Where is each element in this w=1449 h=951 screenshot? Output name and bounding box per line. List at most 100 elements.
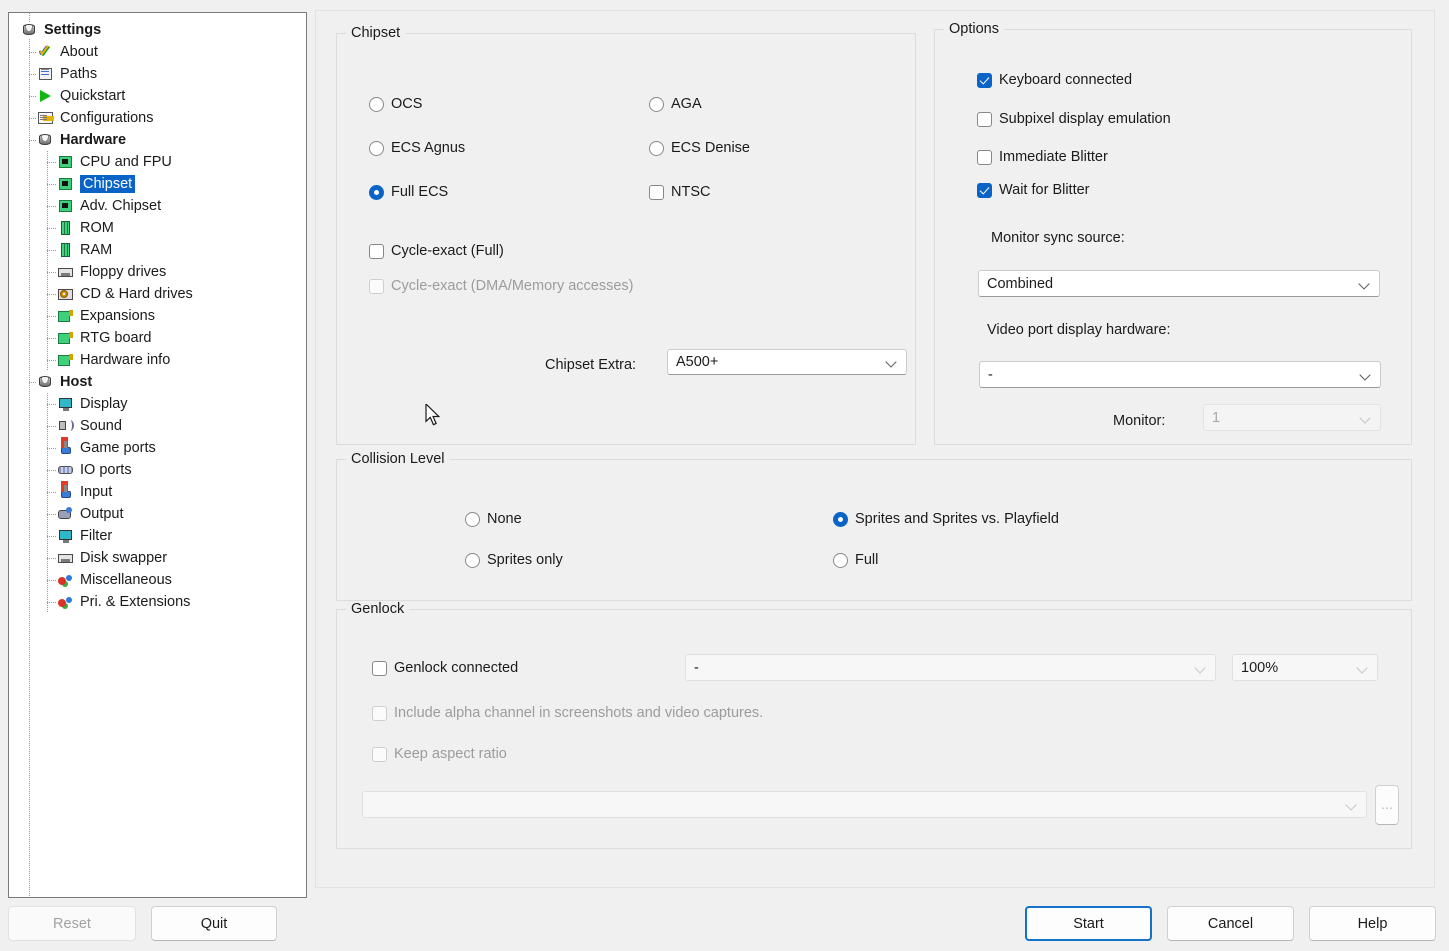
- tree-connector-dash: [47, 250, 57, 251]
- checkbox-keyboard-connected[interactable]: Keyboard connected: [977, 72, 1132, 88]
- sidebar-item-filter[interactable]: Filter: [9, 525, 306, 547]
- checkbox-cycle-exact-full[interactable]: Cycle-exact (Full): [369, 243, 504, 259]
- sidebar-item-pri-extensions[interactable]: Pri. & Extensions: [9, 591, 306, 613]
- sidebar-item-sound[interactable]: Sound: [9, 415, 306, 437]
- radio-collision-sprites-only-indicator[interactable]: [465, 552, 480, 568]
- radio-collision-full[interactable]: Full: [833, 552, 878, 568]
- genlock-device-select[interactable]: -: [685, 654, 1216, 681]
- sidebar-item-hardware[interactable]: Hardware: [9, 129, 306, 151]
- radio-ecs-agnus[interactable]: ECS Agnus: [369, 140, 465, 156]
- sidebar-item-label: Hardware info: [80, 352, 171, 368]
- checkbox-genlock-connected-indicator[interactable]: [372, 660, 387, 676]
- sidebar-item-adv-chipset[interactable]: Adv. Chipset: [9, 195, 306, 217]
- monitor-sync-source-select[interactable]: Combined: [978, 270, 1380, 297]
- misc-icon: [57, 572, 75, 588]
- checkbox-wait-for-blitter[interactable]: Wait for Blitter: [977, 182, 1090, 198]
- quit-button[interactable]: Quit: [151, 906, 277, 941]
- radio-collision-sprites-playfield-indicator[interactable]: [833, 511, 848, 527]
- checkbox-immediate-blitter[interactable]: Immediate Blitter: [977, 149, 1108, 165]
- sidebar-item-expansions[interactable]: Expansions: [9, 305, 306, 327]
- checkbox-ntsc[interactable]: NTSC: [649, 184, 710, 200]
- sidebar-item-miscellaneous[interactable]: Miscellaneous: [9, 569, 306, 591]
- sidebar-item-io-ports[interactable]: IO ports: [9, 459, 306, 481]
- monitor-select[interactable]: 1: [1203, 404, 1381, 431]
- sidebar-item-host[interactable]: Host: [9, 371, 306, 393]
- play-icon: [37, 88, 55, 104]
- checkbox-immediate-blitter-label: Immediate Blitter: [999, 149, 1108, 165]
- sidebar-item-game-ports[interactable]: Game ports: [9, 437, 306, 459]
- sidebar-item-output[interactable]: Output: [9, 503, 306, 525]
- radio-collision-full-indicator[interactable]: [833, 552, 848, 568]
- settings-tree-panel[interactable]: Settings About Paths Quickstart Configuratio…: [8, 12, 307, 898]
- checkbox-genlock-connected[interactable]: Genlock connected: [372, 660, 518, 676]
- sidebar-item-about[interactable]: About: [9, 41, 306, 63]
- radio-ecs-denise-label: ECS Denise: [671, 140, 750, 156]
- radio-full-ecs-indicator[interactable]: [369, 184, 384, 200]
- radio-collision-sprites-only[interactable]: Sprites only: [465, 552, 563, 568]
- config-icon: [37, 110, 55, 126]
- tree-connector-dash: [47, 206, 57, 207]
- radio-ocs[interactable]: OCS: [369, 96, 422, 112]
- tree-connector-line: [47, 327, 48, 349]
- sidebar-item-display[interactable]: Display: [9, 393, 306, 415]
- video-port-display-hardware-select[interactable]: -: [979, 361, 1381, 388]
- tree-connector-dash: [29, 382, 37, 383]
- checkbox-subpixel-display-emulation-indicator[interactable]: [977, 111, 992, 127]
- radio-ecs-agnus-indicator[interactable]: [369, 140, 384, 156]
- genlock-mix-select[interactable]: 100%: [1232, 654, 1378, 681]
- checkbox-immediate-blitter-indicator[interactable]: [977, 149, 992, 165]
- reset-button[interactable]: Reset: [8, 906, 136, 941]
- sidebar-item-floppy-drives[interactable]: Floppy drives: [9, 261, 306, 283]
- sidebar-item-label: Adv. Chipset: [80, 198, 162, 214]
- sidebar-item-settings[interactable]: Settings: [9, 19, 306, 41]
- radio-collision-sprites-playfield[interactable]: Sprites and Sprites vs. Playfield: [833, 511, 1059, 527]
- ram-icon: [57, 242, 75, 258]
- genlock-groupbox: Genlock Genlock connected - 100% Include…: [336, 601, 1412, 849]
- checkbox-subpixel-display-emulation[interactable]: Subpixel display emulation: [977, 111, 1171, 127]
- radio-collision-none-indicator[interactable]: [465, 511, 480, 527]
- tree-connector-dash: [47, 536, 57, 537]
- checkbox-ntsc-indicator[interactable]: [649, 184, 664, 200]
- chevron-down-icon: [1357, 662, 1369, 674]
- settings-tree[interactable]: Settings About Paths Quickstart Configuratio…: [9, 13, 306, 613]
- radio-full-ecs[interactable]: Full ECS: [369, 184, 448, 200]
- sidebar-item-configurations[interactable]: Configurations: [9, 107, 306, 129]
- sidebar-item-quickstart[interactable]: Quickstart: [9, 85, 306, 107]
- start-button[interactable]: Start: [1025, 906, 1152, 941]
- radio-ocs-indicator[interactable]: [369, 96, 384, 112]
- checkbox-wait-for-blitter-indicator[interactable]: [977, 182, 992, 198]
- settings-content-panel: Chipset OCS ECS Agnus Full ECS AGA ECS D…: [315, 10, 1435, 888]
- options-groupbox: Options Keyboard connected Subpixel disp…: [934, 21, 1412, 445]
- genlock-browse-button[interactable]: ...: [1375, 785, 1399, 825]
- radio-collision-none[interactable]: None: [465, 511, 522, 527]
- sidebar-item-hardware-info[interactable]: Hardware info: [9, 349, 306, 371]
- radio-aga-indicator[interactable]: [649, 96, 664, 112]
- help-button-label: Help: [1357, 915, 1388, 932]
- sidebar-item-rom[interactable]: ROM: [9, 217, 306, 239]
- sidebar-item-label: Filter: [80, 528, 113, 544]
- sidebar-item-label: Display: [80, 396, 128, 412]
- radio-ecs-denise-indicator[interactable]: [649, 140, 664, 156]
- cancel-button[interactable]: Cancel: [1167, 906, 1294, 941]
- sidebar-item-ram[interactable]: RAM: [9, 239, 306, 261]
- radio-ecs-denise[interactable]: ECS Denise: [649, 140, 750, 156]
- sidebar-item-input[interactable]: Input: [9, 481, 306, 503]
- tree-connector-line: [47, 261, 48, 283]
- sidebar-item-rtg-board[interactable]: RTG board: [9, 327, 306, 349]
- radio-aga[interactable]: AGA: [649, 96, 702, 112]
- help-button[interactable]: Help: [1309, 906, 1436, 941]
- video-port-display-hardware-value: -: [988, 366, 993, 383]
- checkbox-keep-aspect-ratio-label: Keep aspect ratio: [394, 746, 507, 762]
- sidebar-item-paths[interactable]: Paths: [9, 63, 306, 85]
- sidebar-item-disk-swapper[interactable]: Disk swapper: [9, 547, 306, 569]
- genlock-file-select[interactable]: [362, 791, 1367, 818]
- sidebar-item-cd-hard-drives[interactable]: CD & Hard drives: [9, 283, 306, 305]
- checkbox-cycle-exact-full-indicator[interactable]: [369, 243, 384, 259]
- genlock-mix-value: 100%: [1241, 659, 1279, 676]
- stack-icon: [37, 132, 55, 148]
- sidebar-item-cpu-and-fpu[interactable]: CPU and FPU: [9, 151, 306, 173]
- chipset-extra-select[interactable]: A500+: [667, 349, 907, 375]
- sidebar-item-label: Paths: [60, 66, 98, 82]
- sidebar-item-chipset[interactable]: Chipset: [9, 173, 306, 195]
- checkbox-keyboard-connected-indicator[interactable]: [977, 72, 992, 88]
